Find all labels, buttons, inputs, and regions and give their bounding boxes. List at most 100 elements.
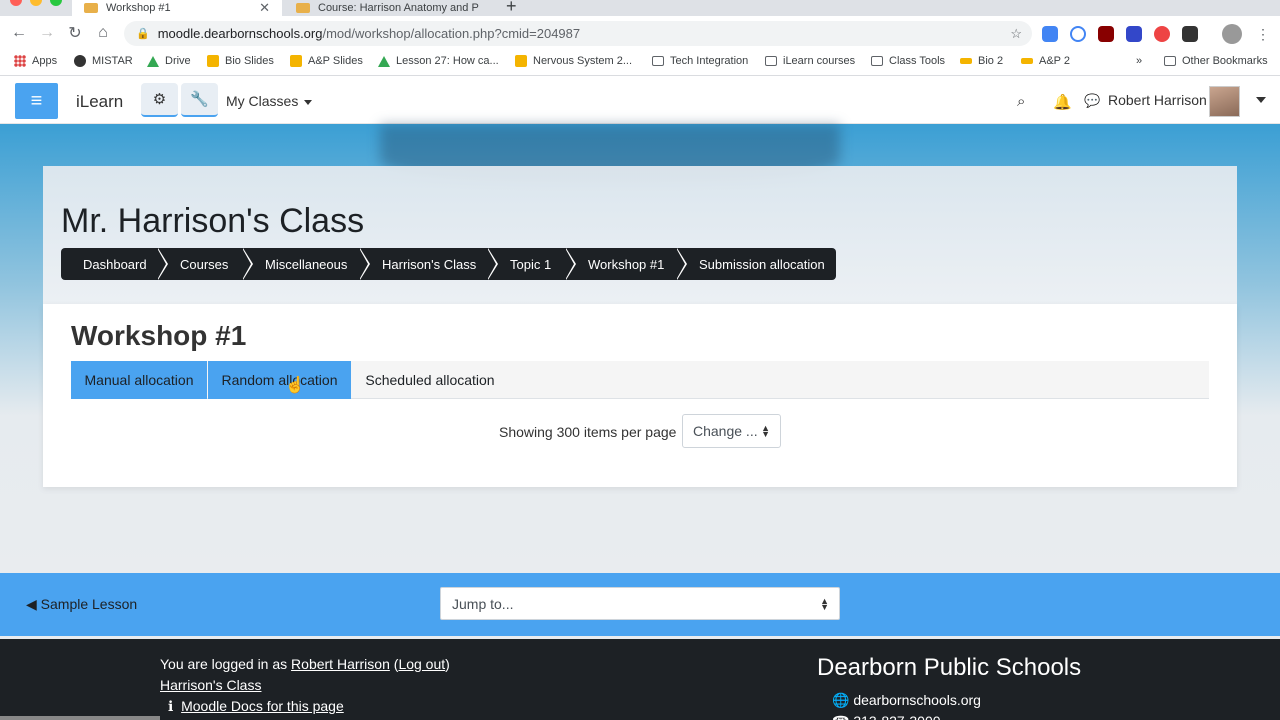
bookmark-tech-integration[interactable]: Tech Integration <box>652 55 748 67</box>
drive-icon <box>147 55 159 67</box>
tab-random-allocation[interactable]: Random allocation <box>208 361 351 399</box>
folder-icon <box>652 56 664 66</box>
bell-icon[interactable]: 🔔 <box>1053 93 1072 111</box>
login-info-prefix: You are logged in as <box>160 656 288 672</box>
extension-docs-icon[interactable] <box>1042 26 1058 42</box>
home-icon[interactable]: ⌂ <box>89 24 117 42</box>
bookmark-label: MISTAR <box>92 55 133 67</box>
extension-c-icon[interactable] <box>1126 26 1142 42</box>
cogs-icon: ⚙ <box>152 91 167 108</box>
extension-ublock-icon[interactable] <box>1098 26 1114 42</box>
logout-link[interactable]: Log out <box>398 656 445 672</box>
course-title: Mr. Harrison's Class <box>61 202 365 240</box>
select-arrows-icon: ▲ ▼ <box>761 423 770 439</box>
info-icon: ℹ <box>168 698 174 714</box>
browser-toolbar: ← → ↻ ⌂ 🔒 moodle.dearbornschools.org/mod… <box>0 16 1280 50</box>
tab-scheduled-allocation[interactable]: Scheduled allocation <box>351 361 509 399</box>
page-title: Workshop #1 <box>71 320 247 351</box>
new-tab-icon[interactable]: + <box>506 0 517 17</box>
breadcrumb-item[interactable]: Harrison's Class <box>360 248 498 280</box>
bookmark-label: Nervous System 2... <box>533 55 633 67</box>
close-window-button[interactable] <box>10 0 22 6</box>
lock-icon: 🔒 <box>136 28 150 40</box>
prev-activity-link[interactable]: ◀ Sample Lesson <box>26 596 137 613</box>
site-brand[interactable]: iLearn <box>76 92 123 112</box>
ilearn-icon <box>1021 58 1033 64</box>
school-phone-label: 313-827-3000 <box>853 713 940 720</box>
bookmark-drive[interactable]: Drive <box>147 55 191 67</box>
school-website[interactable]: 🌐 dearbornschools.org <box>832 692 981 709</box>
my-classes-label: My Classes <box>226 93 299 109</box>
ilearn-favicon-icon <box>84 3 98 13</box>
bookmark-lesson-27[interactable]: Lesson 27: How ca... <box>378 55 499 67</box>
moodle-docs-link[interactable]: Moodle Docs for this page <box>181 698 344 714</box>
browser-tabstrip: Workshop #1 ✕ Course: Harrison Anatomy a… <box>0 0 1280 16</box>
reload-icon[interactable]: ↻ <box>61 23 89 43</box>
close-tab-icon[interactable]: ✕ <box>259 0 270 16</box>
search-icon[interactable]: ⌕ <box>1017 93 1025 110</box>
extension-screen-icon[interactable] <box>1182 26 1198 42</box>
bookmark-other[interactable]: Other Bookmarks <box>1164 55 1268 67</box>
globe-icon: 🌐 <box>832 692 850 708</box>
bookmark-class-tools[interactable]: Class Tools <box>871 55 945 67</box>
user-profile-link[interactable]: Robert Harrison <box>291 656 390 672</box>
user-menu-caret-icon[interactable] <box>1256 97 1266 103</box>
ilearn-icon <box>960 58 972 64</box>
school-name: Dearborn Public Schools <box>817 654 1082 681</box>
bookmark-label: Bio 2 <box>978 55 1004 67</box>
breadcrumb-label: Miscellaneous <box>265 256 348 272</box>
bookmark-label: Drive <box>165 55 191 67</box>
my-classes-menu[interactable]: My Classes <box>226 93 313 109</box>
breadcrumb-item[interactable]: Courses <box>158 248 253 280</box>
breadcrumb-label: Dashboard <box>83 256 147 272</box>
back-icon[interactable]: ← <box>5 24 33 42</box>
bookmark-ap-2[interactable]: A&P 2 <box>1021 55 1070 67</box>
tab-manual-allocation[interactable]: Manual allocation <box>71 361 207 399</box>
bookmark-mistar[interactable]: MISTAR <box>74 55 133 67</box>
profile-avatar-icon[interactable] <box>1222 24 1242 44</box>
per-page-select[interactable]: Change ... ▲ ▼ <box>682 414 781 448</box>
chat-bubble-icon[interactable]: 💬 <box>1084 93 1100 109</box>
tools-button[interactable]: 🔧 <box>181 83 218 117</box>
maximize-window-button[interactable] <box>50 0 62 6</box>
bookmark-nervous-system[interactable]: Nervous System 2... <box>515 55 632 67</box>
bookmark-ap-slides[interactable]: A&P Slides <box>290 55 363 67</box>
horizontal-scrollbar[interactable] <box>0 716 160 720</box>
breadcrumb-item[interactable]: Workshop #1 <box>566 248 687 280</box>
browser-tab-course[interactable]: Course: Harrison Anatomy and P <box>284 0 498 16</box>
jump-to-select[interactable]: Jump to... ▲ ▼ <box>440 587 840 620</box>
breadcrumb-item[interactable]: Topic 1 <box>488 248 576 280</box>
user-name[interactable]: Robert Harrison <box>1108 92 1207 108</box>
slides-icon <box>207 55 219 67</box>
browser-menu-icon[interactable]: ⋮ <box>1256 26 1272 42</box>
drawer-toggle-button[interactable]: ≡ <box>15 83 58 119</box>
course-home-link[interactable]: Harrison's Class <box>160 677 261 693</box>
bookmark-label: A&P 2 <box>1039 55 1070 67</box>
settings-cogs-button[interactable]: ⚙ <box>141 83 178 117</box>
address-bar[interactable]: 🔒 moodle.dearbornschools.org/mod/worksho… <box>124 21 1032 46</box>
extension-red-icon[interactable] <box>1154 26 1170 42</box>
browser-tab-workshop[interactable]: Workshop #1 ✕ <box>72 0 282 16</box>
bookmark-ilearn-courses[interactable]: iLearn courses <box>765 55 855 67</box>
bookmarks-overflow-icon[interactable]: » <box>1136 55 1142 67</box>
breadcrumb-item[interactable]: Miscellaneous <box>243 248 370 280</box>
minimize-window-button[interactable] <box>30 0 42 6</box>
breadcrumb-separator-fill <box>157 248 166 280</box>
bookmark-label: Class Tools <box>889 55 946 67</box>
bookmark-bio-slides[interactable]: Bio Slides <box>207 55 274 67</box>
avatar[interactable] <box>1209 86 1240 117</box>
bookmark-bio-2[interactable]: Bio 2 <box>960 55 1003 67</box>
select-arrows-icon: ▲ ▼ <box>820 596 829 612</box>
breadcrumb-item-current: Submission allocation <box>677 248 836 280</box>
extension-google-icon[interactable] <box>1070 26 1086 42</box>
caret-down-icon <box>304 99 313 105</box>
url-host: moodle.dearbornschools.org <box>157 26 323 41</box>
url-path: /mod/workshop/allocation.php?cmid=204987 <box>322 26 581 41</box>
bookmark-apps[interactable]: Apps <box>14 55 57 67</box>
folder-icon <box>1164 56 1176 66</box>
breadcrumb-label: Submission allocation <box>699 256 825 272</box>
bookmark-star-icon[interactable]: ☆ <box>1010 26 1022 42</box>
forward-icon[interactable]: → <box>33 24 61 42</box>
breadcrumb-item[interactable]: Dashboard <box>61 248 168 280</box>
apps-icon <box>14 55 26 67</box>
